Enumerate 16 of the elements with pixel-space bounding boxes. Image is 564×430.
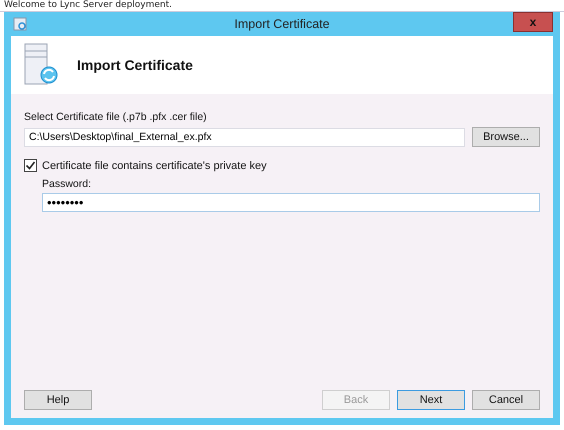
next-button[interactable]: Next <box>397 390 465 410</box>
background-text: Welcome to Lync Server deployment. <box>4 0 172 10</box>
password-field[interactable]: •••••••• <box>42 193 540 212</box>
password-label: Password: <box>42 178 92 190</box>
window-title: Import Certificate <box>234 17 330 31</box>
file-path-field[interactable]: C:\Users\Desktop\final_External_ex.pfx <box>24 128 465 146</box>
help-button[interactable]: Help <box>24 390 92 410</box>
header-title: Import Certificate <box>77 57 193 73</box>
private-key-checkbox[interactable] <box>24 159 37 172</box>
close-button[interactable]: x <box>513 12 553 32</box>
file-label: Select Certificate file (.p7b .pfx .cer file) <box>24 111 208 123</box>
certificate-icon <box>13 17 27 31</box>
cancel-button[interactable]: Cancel <box>472 390 540 410</box>
browse-button[interactable]: Browse... <box>472 127 540 147</box>
private-key-label: Certificate file contains certificate's private key <box>42 160 267 172</box>
server-certificate-icon <box>23 43 59 87</box>
